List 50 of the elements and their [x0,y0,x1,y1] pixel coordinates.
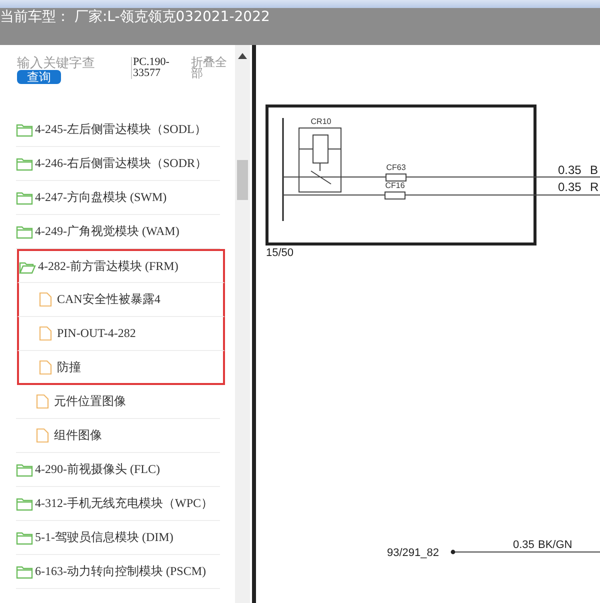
wire-size: 0.35 [558,163,582,177]
folder-icon [16,496,33,510]
folder-icon [16,462,33,476]
tree-item[interactable]: CAN安全性被暴露4 [17,283,225,317]
folder-icon [16,122,33,136]
scrollbar[interactable] [235,45,250,603]
search-field[interactable]: 输入关键字查 [17,55,129,70]
file-icon [36,394,49,409]
connector-label: 93/291_82 [387,547,439,559]
junction-dot [450,550,456,554]
tree-item[interactable]: 4-282-前方雷达模块 (FRM) [17,249,225,283]
scrollbar-thumb[interactable] [237,160,248,200]
car-model-title: 当前车型： 厂家:L-领克领克032021-2022 [0,8,270,26]
file-icon [39,326,52,341]
part-number: PC.190-33577 [131,57,179,79]
wire-size: 0.35 [558,180,582,194]
open-folder-icon [19,260,36,274]
file-icon [39,360,52,374]
folder-icon [16,224,33,238]
tree-item[interactable]: 4-312-手机无线充电模块（WPC） [16,487,220,521]
tree-item[interactable]: 元件位置图像 [16,385,220,419]
fuse-label: CF16 [385,181,405,190]
file-icon [39,292,52,307]
tree-item[interactable]: 防撞 [17,351,225,385]
tree-item[interactable]: 4-245-左后侧雷达模块（SODL） [16,113,220,147]
folder-icon [16,564,33,578]
tree-item[interactable]: 5-1-驾驶员信息模块 (DIM) [16,521,220,555]
folder-icon [16,530,33,544]
tree-item[interactable]: 组件图像 [16,419,220,453]
wire-color-code: R [590,180,599,194]
folder-icon [16,156,33,170]
fuse-symbol [384,192,406,200]
tree-item[interactable]: PIN-OUT-4-282 [17,317,225,351]
tree-item[interactable]: 4-290-前视摄像头 (FLC) [16,453,220,487]
wire-size: 0.35 [513,539,534,551]
scroll-up-icon[interactable] [238,53,247,59]
search-button[interactable]: 查询 [17,70,61,84]
tree-item[interactable]: 4-247-方向盘模块 (SWM) [16,181,220,215]
fuse-label: CF63 [386,163,406,172]
wire-color-code: BK/GN [538,539,572,551]
relay-label: CR10 [310,117,332,126]
file-icon [36,428,49,443]
fuse-symbol [386,174,406,182]
tree-item[interactable]: 4-249-广角视觉模块 (WAM) [16,215,220,249]
tree-item[interactable]: 4-246-右后侧雷达模块（SODR） [16,147,220,181]
relay-symbol [298,128,342,192]
tree-item[interactable]: 6-163-动力转向控制模块 (PSCM) [16,555,220,589]
wire-color-code: B [590,163,598,177]
terminal-label: 15/50 [266,247,294,259]
folder-icon [16,190,33,204]
